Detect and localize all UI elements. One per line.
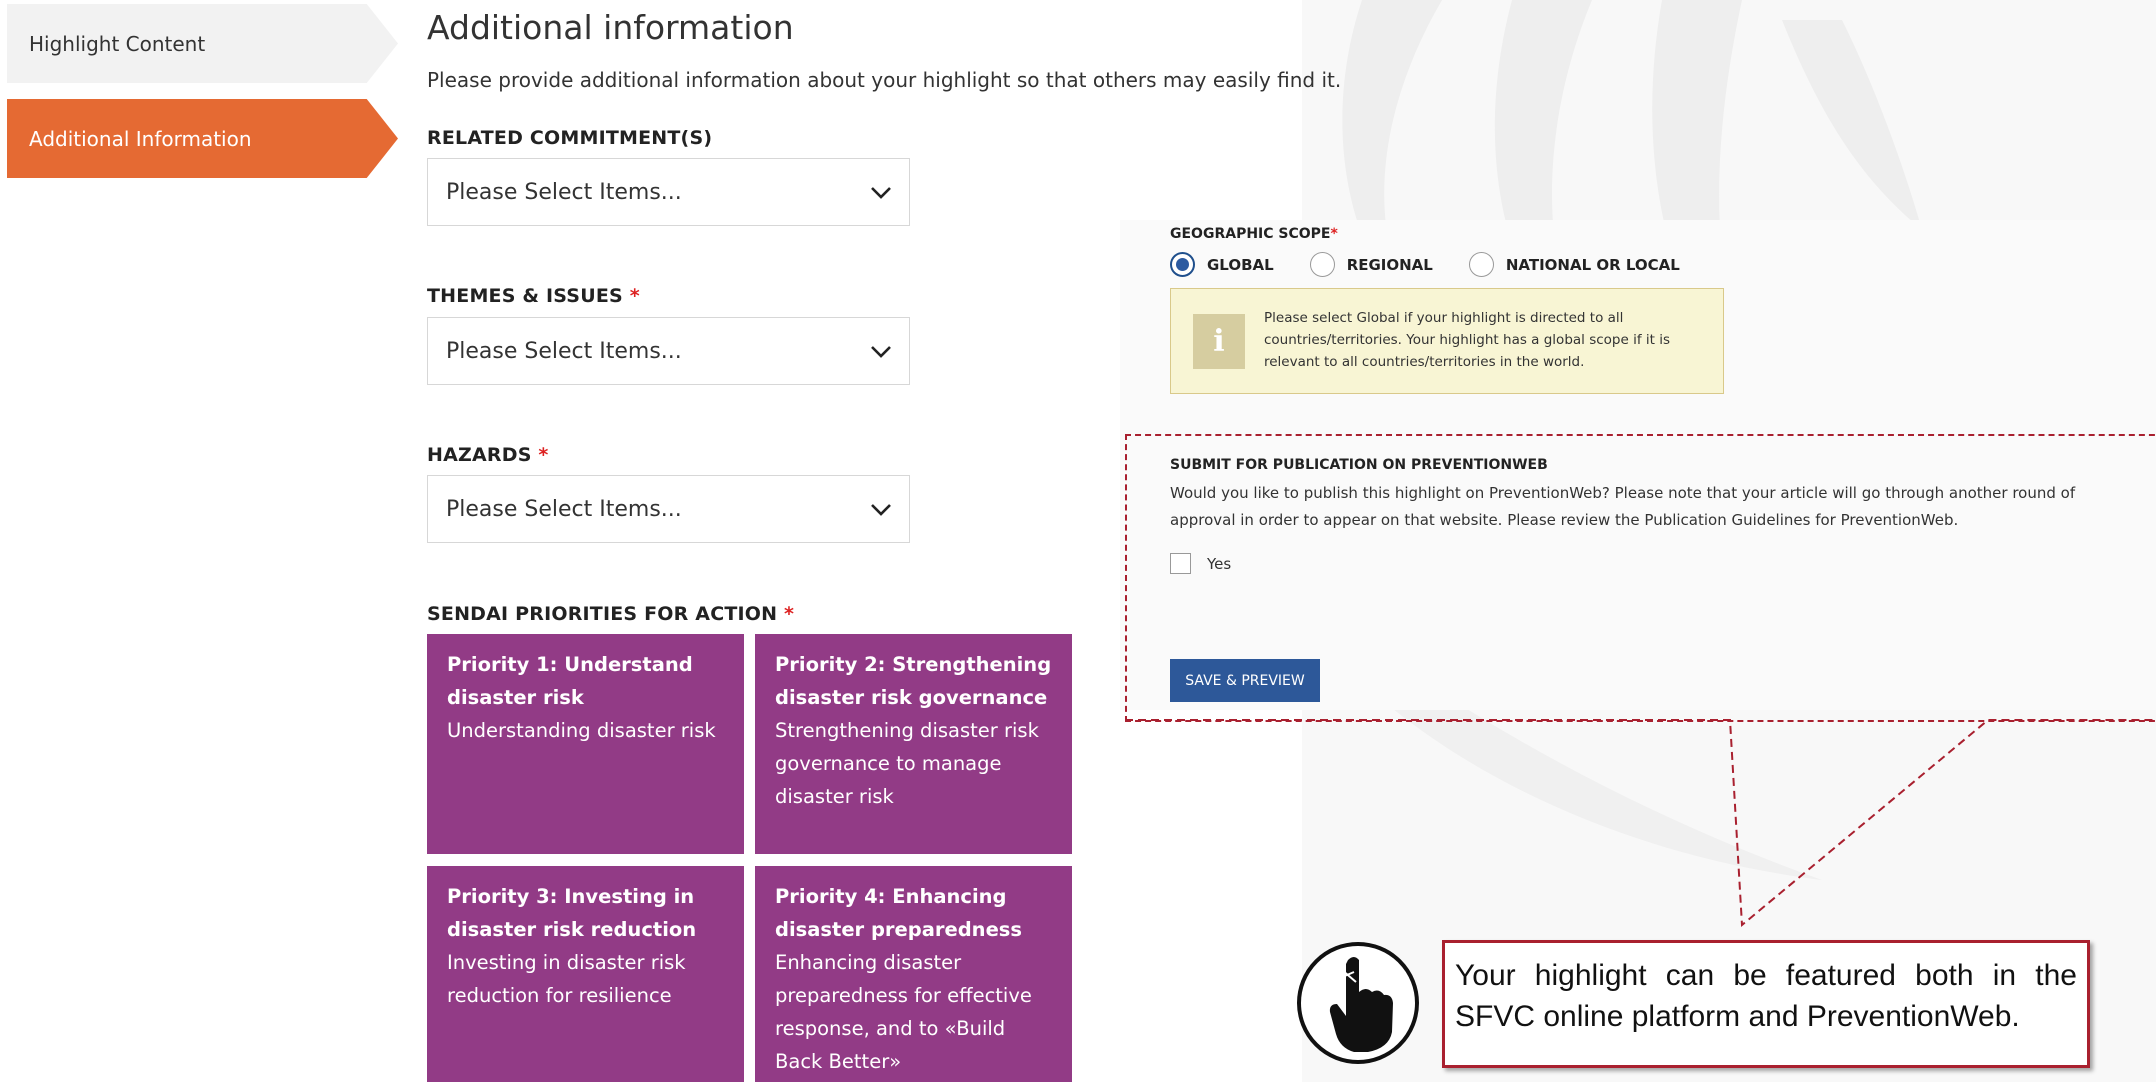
pointing-hand-icon [1297,942,1419,1064]
callout-note: Your highlight can be featured both in t… [1442,940,2090,1068]
callout-pointer [1125,719,2156,928]
